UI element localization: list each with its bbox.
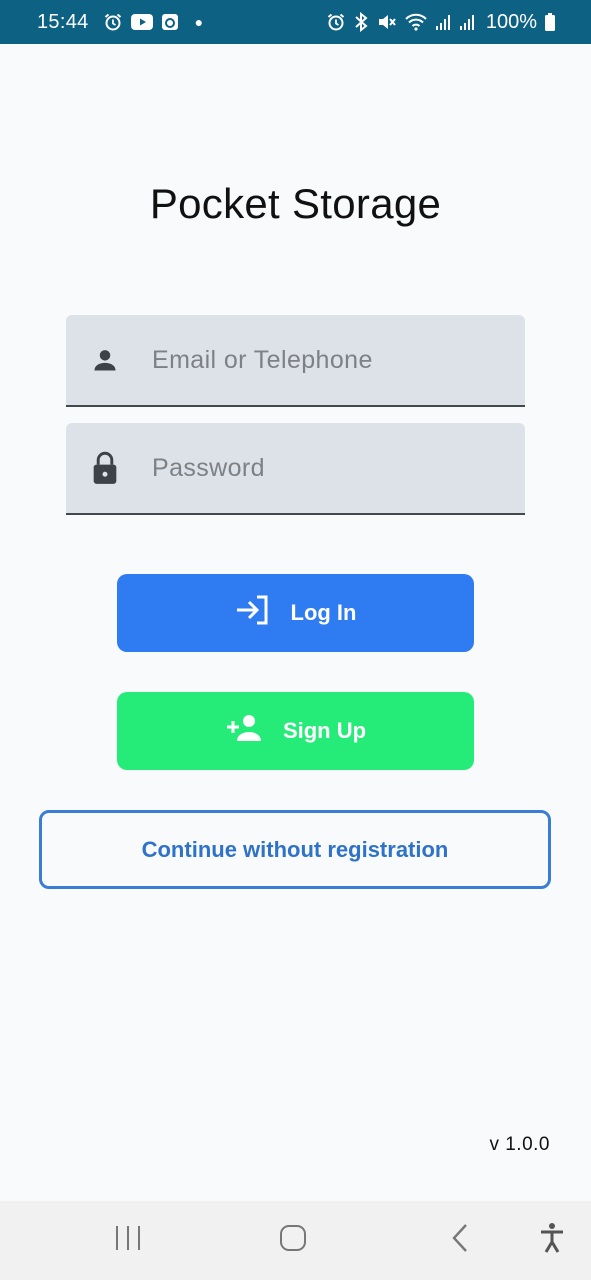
lock-icon <box>90 451 120 485</box>
status-bar: 15:44 ● 100% <box>0 0 591 44</box>
login-icon <box>235 594 271 632</box>
home-icon <box>279 1224 307 1257</box>
dot-icon: ● <box>194 14 204 30</box>
accessibility-icon <box>539 1222 565 1259</box>
signup-button[interactable]: Sign Up <box>117 692 474 770</box>
email-field[interactable] <box>66 315 525 407</box>
status-time: 15:44 <box>37 10 89 33</box>
login-button[interactable]: Log In <box>117 574 474 652</box>
password-input[interactable] <box>152 453 472 483</box>
signup-label: Sign Up <box>282 718 367 743</box>
recent-apps-button[interactable] <box>98 1201 158 1280</box>
status-bar-left: 15:44 ● <box>37 11 203 34</box>
home-button[interactable] <box>263 1201 323 1280</box>
app-title: Pocket Storage <box>149 180 442 227</box>
battery-icon <box>545 13 555 31</box>
person-icon <box>90 346 120 374</box>
youtube-icon <box>130 13 153 31</box>
continue-label: Continue without registration <box>141 836 449 862</box>
accessibility-button[interactable] <box>522 1201 582 1280</box>
version-label: v 1.0.0 <box>489 1134 550 1155</box>
alarm-icon <box>103 12 123 32</box>
navigation-bar <box>0 1201 591 1280</box>
signal-icon <box>435 13 452 31</box>
email-input[interactable] <box>152 345 472 375</box>
status-bar-right: 100% <box>326 11 555 34</box>
bluetooth-icon <box>354 12 368 32</box>
alarm-icon <box>326 12 346 32</box>
recent-apps-icon <box>114 1225 142 1256</box>
back-button[interactable] <box>430 1201 490 1280</box>
wifi-icon <box>404 12 428 32</box>
app-notification-icon <box>161 13 179 31</box>
continue-without-registration-button[interactable]: Continue without registration <box>39 810 551 889</box>
signal-icon <box>459 13 476 31</box>
person-add-icon <box>225 713 263 749</box>
battery-percent: 100% <box>485 10 537 33</box>
mute-icon <box>376 12 396 32</box>
back-icon <box>450 1223 470 1258</box>
login-label: Log In <box>290 600 357 625</box>
password-field[interactable] <box>66 423 525 515</box>
